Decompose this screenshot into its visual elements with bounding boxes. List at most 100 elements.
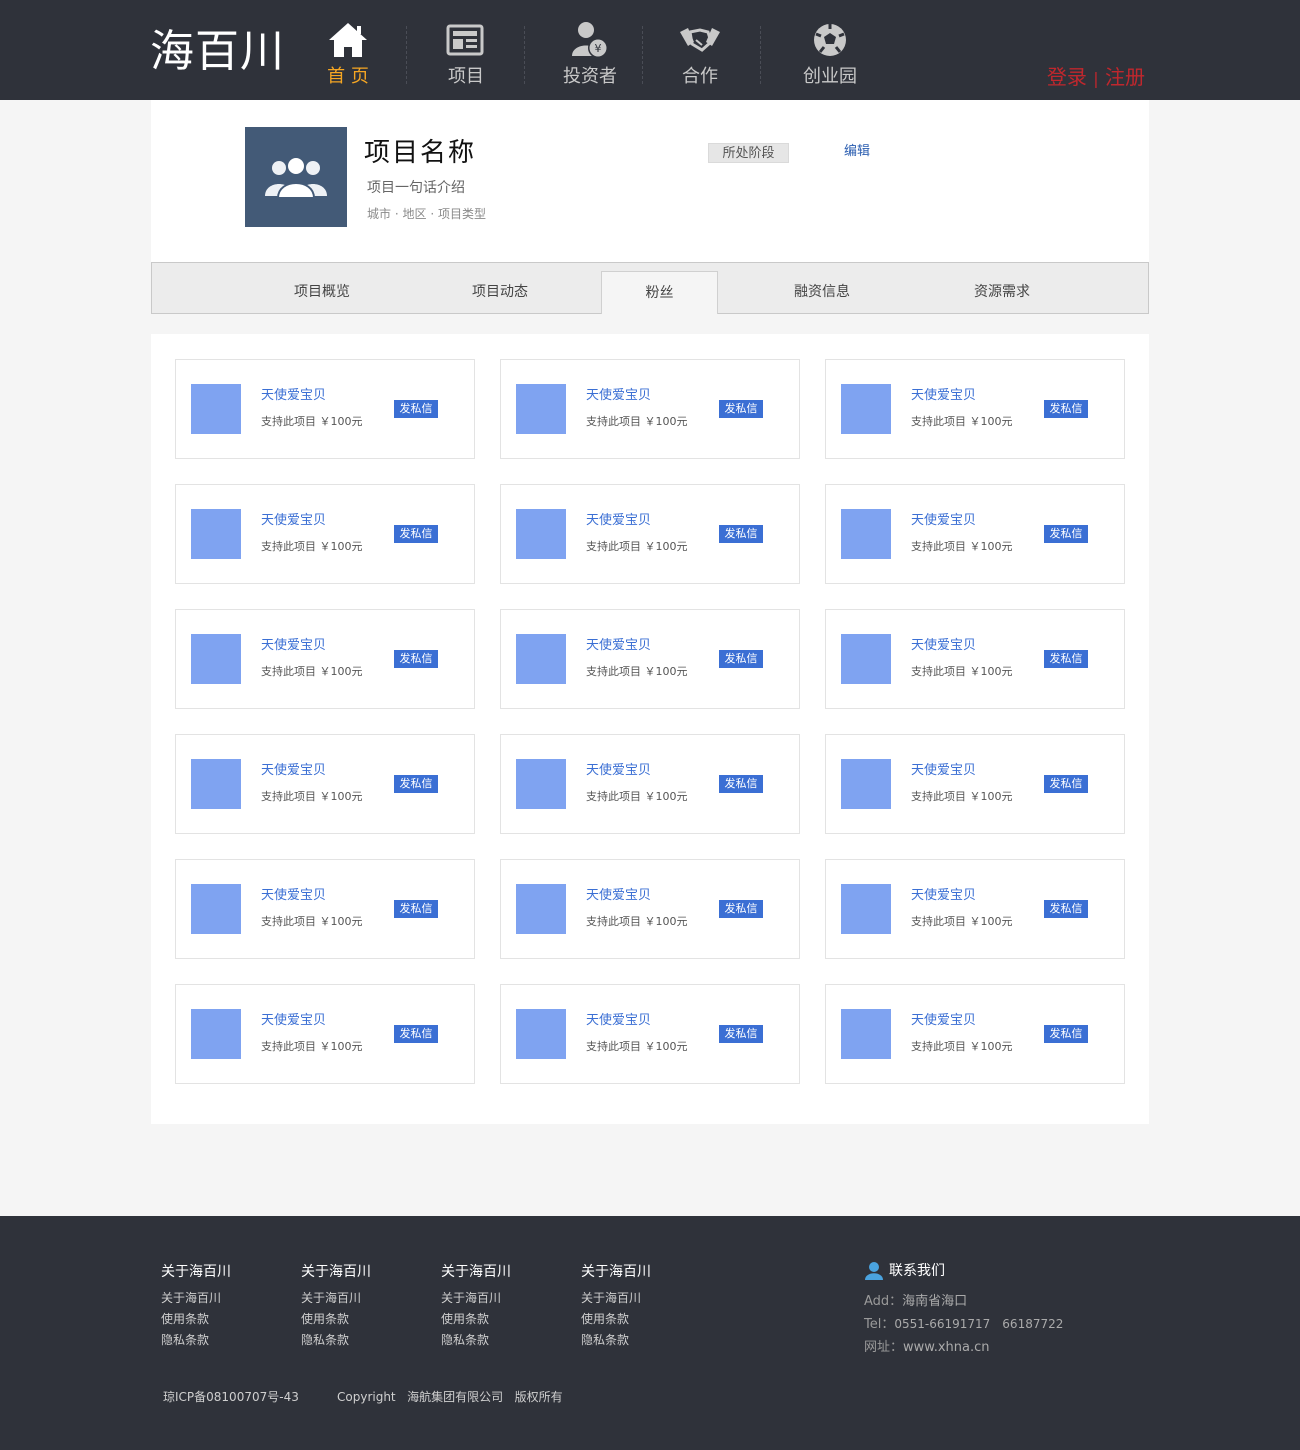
tab-fans[interactable]: 粉丝 (601, 271, 718, 314)
tab-financing[interactable]: 融资信息 (752, 263, 892, 313)
fan-avatar[interactable] (516, 509, 566, 559)
edit-link[interactable]: 编辑 (844, 143, 870, 161)
fan-avatar[interactable] (516, 759, 566, 809)
footer-link-privacy[interactable]: 隐私条款 (301, 1330, 431, 1351)
fan-name[interactable]: 天使爱宝贝 (586, 388, 651, 404)
footer-legal: 琼ICP备08100707号-43 Copyright 海航集团有限公司 版权所… (163, 1388, 563, 1406)
footer-link-terms[interactable]: 使用条款 (441, 1309, 571, 1330)
footer: 关于海百川 关于海百川 使用条款 隐私条款 关于海百川 关于海百川 使用条款 隐… (0, 1216, 1300, 1450)
fan-avatar[interactable] (841, 884, 891, 934)
nav-cooperation-label: 合作 (682, 66, 718, 87)
tab-updates[interactable]: 项目动态 (430, 263, 570, 313)
nav-home[interactable]: 首 页 (289, 20, 407, 95)
nav-investors[interactable]: ¥ 投资者 (531, 20, 649, 95)
send-message-button[interactable]: 发私信 (394, 775, 438, 793)
fan-avatar[interactable] (516, 1009, 566, 1059)
fan-name[interactable]: 天使爱宝贝 (261, 513, 326, 529)
fan-name[interactable]: 天使爱宝贝 (261, 888, 326, 904)
fan-avatar[interactable] (841, 509, 891, 559)
footer-link-about[interactable]: 关于海百川 (581, 1288, 711, 1309)
send-message-button[interactable]: 发私信 (719, 900, 763, 918)
fan-name[interactable]: 天使爱宝贝 (911, 638, 976, 654)
fan-card: 天使爱宝贝 支持此项目 ￥100元 发私信 (825, 734, 1125, 834)
send-message-button[interactable]: 发私信 (1044, 400, 1088, 418)
nav-divider (524, 26, 525, 84)
footer-link-privacy[interactable]: 隐私条款 (581, 1330, 711, 1351)
register-link[interactable]: 注册 (1105, 65, 1145, 89)
nav-investors-label: 投资者 (563, 66, 617, 87)
send-message-button[interactable]: 发私信 (394, 525, 438, 543)
footer-link-privacy[interactable]: 隐私条款 (441, 1330, 571, 1351)
fan-card: 天使爱宝贝支持此项目 ￥100元 发私信 (825, 859, 1125, 959)
contact-address: Add：海南省海口 (864, 1290, 1144, 1313)
soccer-ball-icon (814, 24, 846, 56)
user-icon (865, 1262, 883, 1280)
send-message-button[interactable]: 发私信 (394, 900, 438, 918)
nav-projects[interactable]: 项目 (407, 20, 525, 95)
fan-name[interactable]: 天使爱宝贝 (911, 388, 976, 404)
fan-avatar[interactable] (841, 634, 891, 684)
project-city: 城市 (367, 207, 392, 221)
login-link[interactable]: 登录 (1047, 65, 1087, 89)
send-message-button[interactable]: 发私信 (394, 1025, 438, 1043)
fan-support-amount: 支持此项目 ￥100元 (261, 1040, 363, 1053)
fan-avatar[interactable] (191, 1009, 241, 1059)
send-message-button[interactable]: 发私信 (719, 775, 763, 793)
footer-link-terms[interactable]: 使用条款 (581, 1309, 711, 1330)
nav-cooperation[interactable]: 合作 (641, 20, 759, 95)
send-message-button[interactable]: 发私信 (719, 650, 763, 668)
fan-name[interactable]: 天使爱宝贝 (586, 1013, 651, 1029)
send-message-button[interactable]: 发私信 (719, 400, 763, 418)
fan-name[interactable]: 天使爱宝贝 (261, 1013, 326, 1029)
fan-avatar[interactable] (841, 759, 891, 809)
send-message-button[interactable]: 发私信 (394, 400, 438, 418)
footer-link-privacy[interactable]: 隐私条款 (161, 1330, 291, 1351)
send-message-button[interactable]: 发私信 (1044, 1025, 1088, 1043)
fan-name[interactable]: 天使爱宝贝 (261, 763, 326, 779)
send-message-button[interactable]: 发私信 (1044, 775, 1088, 793)
fan-support-amount: 支持此项目 ￥100元 (911, 665, 1013, 678)
fan-name[interactable]: 天使爱宝贝 (586, 513, 651, 529)
footer-link-about[interactable]: 关于海百川 (161, 1288, 291, 1309)
nav-startup-park[interactable]: 创业园 (771, 20, 889, 95)
fan-avatar[interactable] (841, 1009, 891, 1059)
footer-link-terms[interactable]: 使用条款 (161, 1309, 291, 1330)
site-link[interactable]: www.xhna.cn (903, 1340, 990, 1355)
fan-avatar[interactable] (191, 759, 241, 809)
fan-support-amount: 支持此项目 ￥100元 (586, 790, 688, 803)
send-message-button[interactable]: 发私信 (394, 650, 438, 668)
fan-name[interactable]: 天使爱宝贝 (261, 388, 326, 404)
fan-support-amount: 支持此项目 ￥100元 (911, 915, 1013, 928)
send-message-button[interactable]: 发私信 (1044, 650, 1088, 668)
send-message-button[interactable]: 发私信 (1044, 525, 1088, 543)
footer-link-terms[interactable]: 使用条款 (301, 1309, 431, 1330)
send-message-button[interactable]: 发私信 (719, 1025, 763, 1043)
fan-card: 天使爱宝贝支持此项目 ￥100元 发私信 (825, 609, 1125, 709)
fan-avatar[interactable] (191, 509, 241, 559)
send-message-button[interactable]: 发私信 (719, 525, 763, 543)
fan-support-amount: 支持此项目 ￥100元 (586, 665, 688, 678)
fan-name[interactable]: 天使爱宝贝 (586, 888, 651, 904)
fan-name[interactable]: 天使爱宝贝 (911, 888, 976, 904)
send-message-button[interactable]: 发私信 (1044, 900, 1088, 918)
fan-name[interactable]: 天使爱宝贝 (911, 513, 976, 529)
tab-resources[interactable]: 资源需求 (932, 263, 1072, 313)
fan-name[interactable]: 天使爱宝贝 (911, 763, 976, 779)
fan-name[interactable]: 天使爱宝贝 (261, 638, 326, 654)
fan-card: 天使爱宝贝 支持此项目 ￥100元 发私信 (825, 984, 1125, 1084)
fan-name[interactable]: 天使爱宝贝 (586, 638, 651, 654)
fan-name[interactable]: 天使爱宝贝 (586, 763, 651, 779)
fan-avatar[interactable] (191, 884, 241, 934)
site-logo[interactable]: 海百川 (150, 26, 285, 78)
fan-avatar[interactable] (191, 634, 241, 684)
fan-avatar[interactable] (516, 634, 566, 684)
contact-tel: Tel：0551-66191717 66187722 (864, 1313, 1144, 1336)
fan-avatar[interactable] (516, 884, 566, 934)
fan-avatar[interactable] (516, 384, 566, 434)
tab-overview[interactable]: 项目概览 (252, 263, 392, 313)
fan-avatar[interactable] (191, 384, 241, 434)
fan-avatar[interactable] (841, 384, 891, 434)
footer-link-about[interactable]: 关于海百川 (301, 1288, 431, 1309)
footer-link-about[interactable]: 关于海百川 (441, 1288, 571, 1309)
fan-name[interactable]: 天使爱宝贝 (911, 1013, 976, 1029)
